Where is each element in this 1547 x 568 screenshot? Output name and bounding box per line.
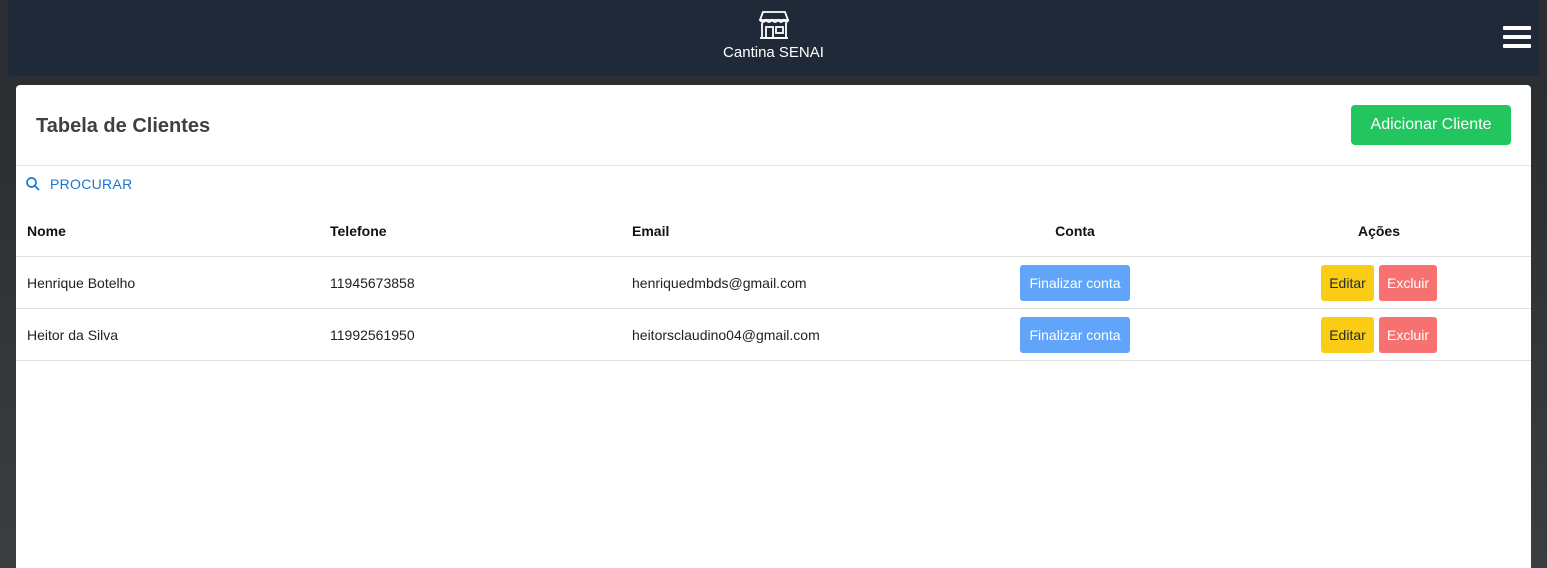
cell-nome: Henrique Botelho	[16, 256, 319, 309]
search-icon	[26, 177, 40, 191]
cell-email: heitorsclaudino04@gmail.com	[621, 308, 923, 361]
column-header-email: Email	[621, 205, 923, 257]
brand[interactable]: Cantina SENAI	[8, 10, 1539, 61]
add-client-button[interactable]: Adicionar Cliente	[1351, 105, 1511, 145]
hamburger-menu-icon[interactable]	[1503, 26, 1531, 48]
cell-nome: Heitor da Silva	[16, 308, 319, 361]
column-header-conta: Conta	[923, 205, 1227, 257]
cell-telefone: 11945673858	[319, 256, 621, 309]
search-label: PROCURAR	[50, 176, 133, 192]
cell-conta: Finalizar conta	[923, 308, 1227, 361]
finalize-account-button[interactable]: Finalizar conta	[1020, 316, 1130, 353]
column-header-telefone: Telefone	[319, 205, 621, 257]
cell-conta: Finalizar conta	[923, 256, 1227, 309]
table-row: Heitor da Silva 11992561950 heitorsclaud…	[16, 308, 1531, 361]
finalize-account-button[interactable]: Finalizar conta	[1020, 264, 1130, 301]
clients-table: Nome Telefone Email Conta Ações Henrique…	[16, 205, 1531, 361]
page-title: Tabela de Clientes	[36, 115, 211, 137]
cell-email: henriquedmbds@gmail.com	[621, 256, 923, 309]
cell-acoes: Editar Excluir	[1227, 308, 1531, 361]
table-row: Henrique Botelho 11945673858 henriquedmb…	[16, 256, 1531, 309]
column-header-acoes: Ações	[1227, 205, 1531, 257]
top-navbar: Cantina SENAI	[8, 0, 1539, 76]
card-header: Tabela de Clientes Adicionar Cliente	[16, 85, 1531, 166]
edit-button[interactable]: Editar	[1321, 316, 1374, 353]
delete-button[interactable]: Excluir	[1379, 316, 1437, 353]
cell-telefone: 11992561950	[319, 308, 621, 361]
store-icon	[758, 11, 789, 39]
clients-card: Tabela de Clientes Adicionar Cliente PRO…	[16, 85, 1531, 568]
table-header-row: Nome Telefone Email Conta Ações	[16, 205, 1531, 257]
brand-name: Cantina SENAI	[723, 44, 824, 61]
search-button[interactable]: PROCURAR	[24, 175, 133, 193]
cell-acoes: Editar Excluir	[1227, 256, 1531, 309]
column-header-nome: Nome	[16, 205, 319, 257]
edit-button[interactable]: Editar	[1321, 264, 1374, 301]
delete-button[interactable]: Excluir	[1379, 264, 1437, 301]
